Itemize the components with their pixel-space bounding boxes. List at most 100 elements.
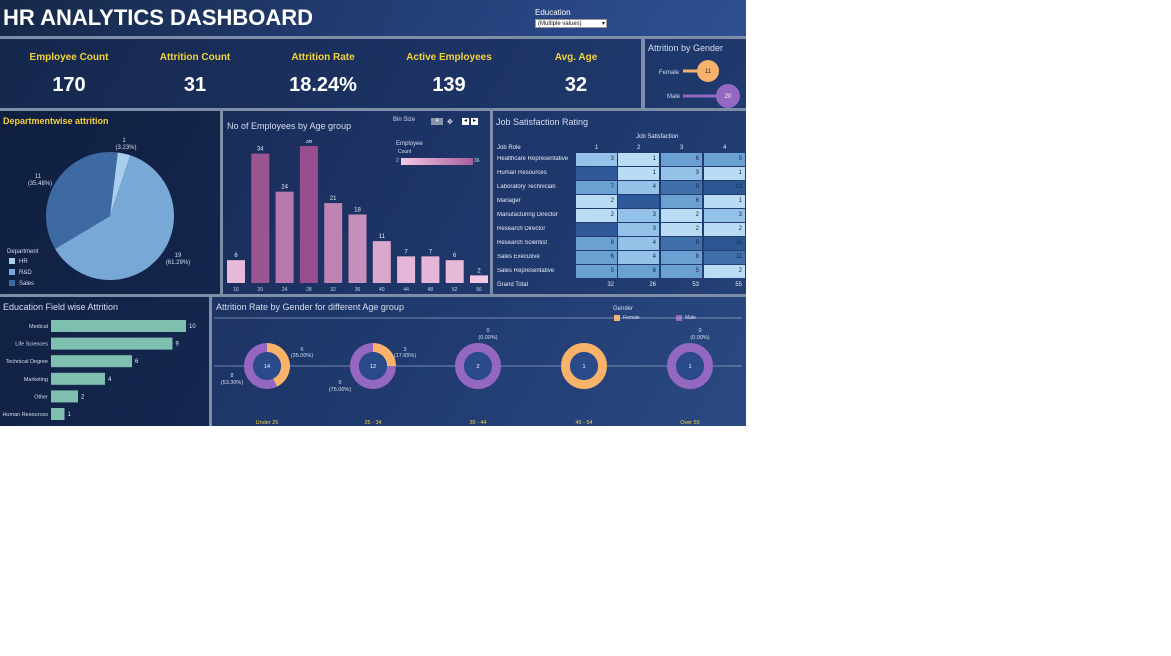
heatmap-cell[interactable]: 5: [661, 265, 702, 278]
heatmap-cell[interactable]: 8: [576, 237, 617, 250]
education-bar[interactable]: [51, 390, 78, 403]
heatmap-cell[interactable]: 4: [618, 181, 659, 194]
heatmap-total-value: 26: [649, 282, 656, 288]
heatmap-total-value: 53: [692, 282, 699, 288]
pie-legend-rnd: R&D: [19, 270, 32, 276]
kpi-value: 18.24%: [289, 74, 357, 96]
age-bar[interactable]: [275, 191, 294, 283]
heatmap-cell[interactable]: 1: [618, 153, 659, 166]
heatmap-cell[interactable]: [576, 167, 617, 180]
heatmap-cell[interactable]: 6: [618, 265, 659, 278]
kpi-value: 32: [564, 74, 588, 96]
heatmap-cell[interactable]: 3: [704, 209, 745, 222]
age-bar-value: 7: [429, 249, 433, 255]
age-bar[interactable]: [251, 153, 270, 283]
donut-age-label: 35 - 44: [469, 420, 486, 426]
pie-legend-swatch-hr: [9, 258, 15, 264]
kpi-value: 139: [432, 74, 466, 96]
heatmap-cell[interactable]: 2: [704, 223, 745, 236]
heatmap-cell[interactable]: 2: [661, 223, 702, 236]
education-bar-label: Medical: [29, 324, 48, 330]
donut-male-pct: (53.30%): [221, 380, 243, 386]
education-bar-label: Marketing: [24, 377, 48, 383]
heatmap-cell[interactable]: 15: [704, 237, 745, 250]
donut-female-pct: (35.00%): [291, 353, 313, 359]
heatmap-cell[interactable]: 4: [618, 237, 659, 250]
education-title: Education Field wise Attrition: [3, 302, 119, 312]
donut-female-pct: (0.00%): [478, 335, 497, 341]
heatmap-cell[interactable]: 5: [576, 265, 617, 278]
education-bar-value: 10: [189, 324, 196, 330]
gender-value-female: 11: [705, 69, 712, 75]
dashboard-title: HR ANALYTICS DASHBOARD: [3, 5, 314, 30]
education-bar[interactable]: [51, 372, 105, 385]
heatmap-cell[interactable]: 2: [576, 209, 617, 222]
pie-legend-hr: HR: [19, 259, 28, 265]
heatmap-col-label: 1: [595, 145, 599, 151]
age-bar-value: 7: [404, 249, 408, 255]
heatmap-cell[interactable]: 3: [576, 153, 617, 166]
heatmap-cell[interactable]: 3: [661, 167, 702, 180]
bin-size-stepper[interactable]: 4: [431, 118, 443, 125]
age-bar[interactable]: [421, 256, 440, 283]
age-tick-label: 48: [428, 287, 434, 293]
heatmap-cell[interactable]: 2: [661, 209, 702, 222]
age-bar-value: 34: [257, 147, 264, 153]
donut-age-label: 45 - 54: [575, 420, 592, 426]
heatmap-cell[interactable]: 1: [618, 167, 659, 180]
pie-label-sales-value: 11: [35, 174, 42, 180]
heatmap-cell[interactable]: 11: [704, 251, 745, 264]
age-bar[interactable]: [372, 241, 391, 283]
kpi-label: Avg. Age: [554, 52, 598, 63]
heatmap-cell[interactable]: 1: [704, 195, 745, 208]
education-filter-select[interactable]: (Multiple values) ▾: [535, 19, 607, 28]
donut-age-label: Over 55: [680, 420, 700, 426]
heatmap-cell[interactable]: 3: [618, 223, 659, 236]
gender-attrition-chart: Female 11 Male 20: [659, 60, 740, 108]
heatmap-cell[interactable]: [618, 195, 659, 208]
age-tick-label: 28: [306, 287, 312, 293]
heatmap-cell[interactable]: 6: [661, 195, 702, 208]
heatmap-row-label: Manager: [497, 198, 521, 204]
heatmap-cell[interactable]: 5: [704, 153, 745, 166]
donut-center-value: 2: [476, 364, 479, 370]
education-bar[interactable]: [51, 408, 65, 420]
heatmap-cell[interactable]: 7: [576, 181, 617, 194]
age-tick-label: 44: [403, 287, 409, 293]
age-bar[interactable]: [299, 146, 318, 283]
heatmap-cell[interactable]: 8: [661, 251, 702, 264]
education-bar-chart: Medical 10 Life Sciences 9 Technical Degree 6…: [2, 320, 196, 420]
age-bar-value: 6: [234, 253, 238, 259]
age-bar[interactable]: [227, 260, 245, 283]
education-bar[interactable]: [51, 320, 186, 332]
heatmap-row-label: Healthcare Representative: [497, 156, 569, 162]
heatmap-cell[interactable]: 2: [704, 265, 745, 278]
heatmap-cell[interactable]: 9: [661, 181, 702, 194]
cursor-icon: ✥: [447, 119, 453, 126]
age-tick-label: 40: [379, 287, 385, 293]
heatmap-cell[interactable]: 4: [618, 251, 659, 264]
age-bar[interactable]: [324, 203, 343, 283]
age-bar[interactable]: [470, 275, 488, 283]
decrease-button[interactable]: ◂: [462, 118, 469, 125]
heatmap-cell[interactable]: 1: [704, 167, 745, 180]
education-bar[interactable]: [51, 355, 132, 368]
education-bar-value: 4: [108, 377, 112, 383]
increase-button[interactable]: ▸: [471, 118, 478, 125]
dept-pie-chart: 1 (3.23%) 11 (35.48%) 19 (61.29%) Depart…: [7, 138, 190, 287]
heatmap-row-label: Laboratory Technician: [497, 184, 556, 190]
heatmap-cell[interactable]: 9: [661, 237, 702, 250]
heatmap-cell[interactable]: 2: [576, 195, 617, 208]
age-tick-label: 36: [355, 287, 361, 293]
pie-label-rnd-value: 19: [175, 253, 182, 259]
heatmap-cell[interactable]: [576, 223, 617, 236]
heatmap-cell[interactable]: 3: [618, 209, 659, 222]
education-bar[interactable]: [51, 337, 173, 350]
age-bar[interactable]: [397, 256, 416, 283]
dashboard: HR ANALYTICS DASHBOARD Education (Multip…: [0, 0, 746, 426]
heatmap-cell[interactable]: 6: [661, 153, 702, 166]
heatmap-cell[interactable]: 13: [704, 181, 745, 194]
heatmap-cell[interactable]: 6: [576, 251, 617, 264]
age-bar[interactable]: [348, 214, 367, 284]
age-bar[interactable]: [445, 260, 464, 283]
